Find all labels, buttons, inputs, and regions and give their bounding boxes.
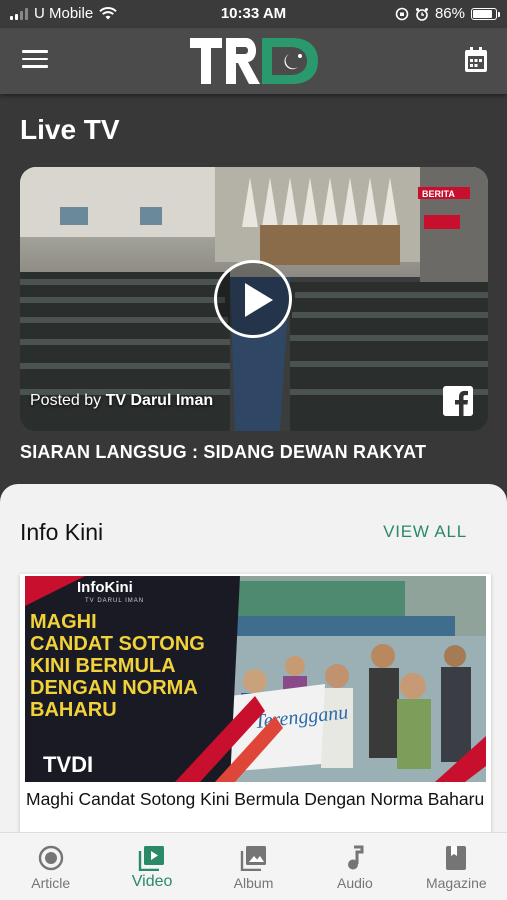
nav-article-label: Article (31, 875, 71, 891)
battery-percent: 86% (434, 5, 465, 22)
facebook-icon[interactable] (443, 386, 473, 416)
video-icon (138, 846, 165, 871)
image-text-line-3: KINI BERMULA (30, 655, 176, 677)
menu-icon[interactable] (22, 50, 48, 70)
posted-by-label: Posted by TV Darul Iman (30, 392, 213, 410)
magazine-icon (446, 846, 467, 870)
posted-prefix: Posted by (30, 392, 102, 409)
image-text-line-1: MAGHI (30, 611, 97, 633)
news-thumbnail: Terengganu InfoKini TV DARUL IMAN MAGHI … (25, 576, 486, 782)
berita-badge: BERITA (422, 189, 455, 199)
nav-album-label: Album (233, 875, 274, 891)
album-icon (240, 846, 266, 871)
article-icon (38, 845, 63, 871)
view-all-link[interactable]: VIEW ALL (383, 522, 467, 542)
trdi-logo (190, 38, 318, 84)
orientation-lock-icon (395, 7, 409, 20)
nav-magazine[interactable]: Magazine (406, 833, 507, 900)
audio-icon (347, 845, 364, 870)
status-right: 86% (395, 5, 500, 22)
info-kini-title: Info Kini (20, 519, 104, 545)
bottom-nav: Article Video Album Audio Magazine (0, 832, 507, 900)
status-bar: U Mobile 10:33 AM 86% (0, 0, 507, 28)
posted-by-name: TV Darul Iman (105, 392, 214, 409)
tvdi-logo: TVDI (43, 752, 93, 777)
image-text-line-4: DENGAN NORMA (30, 677, 198, 699)
alarm-icon (415, 7, 428, 21)
infokini-brand: InfoKini (77, 579, 133, 596)
image-text-line-5: BAHARU (30, 699, 117, 721)
nav-article[interactable]: Article (0, 833, 101, 900)
live-tv-title: Live TV (20, 114, 120, 145)
play-button[interactable] (214, 260, 292, 338)
nav-video-label: Video (131, 873, 173, 890)
app-header (0, 28, 507, 94)
nav-video[interactable]: Video (101, 833, 202, 900)
nav-magazine-label: Magazine (425, 875, 487, 891)
calendar-icon[interactable] (463, 46, 489, 74)
live-caption: SIARAN LANGSUG : SIDANG DEWAN RAKYAT (20, 442, 427, 462)
play-icon (245, 283, 273, 317)
nav-audio-label: Audio (337, 875, 373, 891)
battery-icon (471, 7, 500, 20)
nav-audio[interactable]: Audio (304, 833, 405, 900)
infokini-brand-sub: TV DARUL IMAN (85, 598, 144, 604)
nav-album[interactable]: Album (203, 833, 304, 900)
image-text-line-2: CANDAT SOTONG (30, 633, 205, 655)
news-headline[interactable]: Maghi Candat Sotong Kini Bermula Dengan … (26, 788, 496, 811)
